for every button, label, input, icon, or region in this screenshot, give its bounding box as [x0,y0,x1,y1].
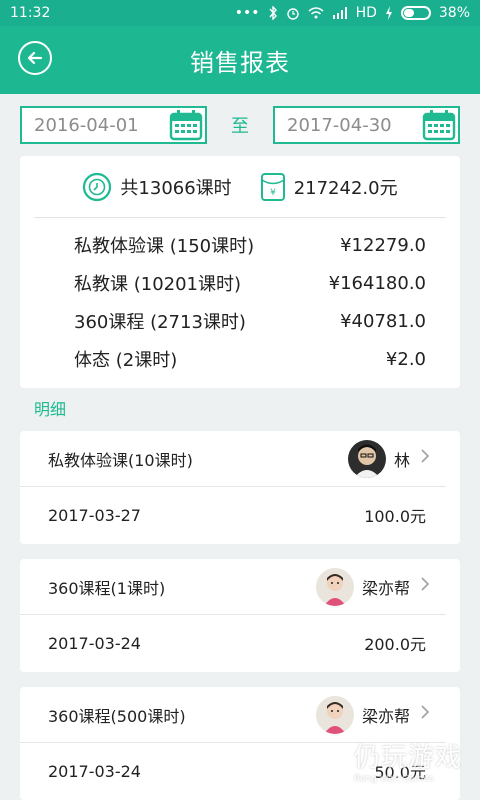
battery-percent: 38% [438,5,470,21]
detail-card-footer: 2017-03-24 200.0元 [20,615,460,671]
detail-trainer: 林 [393,450,410,470]
detail-card[interactable]: 私教体验课(10课时) 林 2017-03-27 100.0元 [20,431,460,544]
arrow-left-icon [27,51,43,65]
more-dots-icon: ••• [234,5,260,21]
detail-course: 360课程(500课时) [48,706,186,726]
status-time: 11:32 [10,5,51,21]
title-bar: 销售报表 [0,26,480,94]
date-separator: 至 [231,116,249,137]
summary-row-amount: ¥2.0 [385,348,426,370]
detail-card-header[interactable]: 360课程(1课时) 梁亦帮 [20,559,446,615]
detail-amount: 200.0元 [364,635,426,654]
summary-row-name: 私教体验课 (150课时) [74,236,255,257]
bluetooth-icon [269,6,277,20]
svg-text:¥: ¥ [270,188,276,198]
summary-totals: 共13066课时 ¥ 217242.0元 [34,156,446,218]
chevron-right-icon [420,448,430,469]
avatar [315,567,354,606]
summary-row-amount: ¥164180.0 [328,272,426,294]
detail-card-header[interactable]: 360课程(500课时) 梁亦帮 [20,687,446,743]
total-amount: 217242.0元 [293,177,398,199]
summary-row-name: 体态 (2课时) [74,350,178,371]
total-hours: 共13066课时 [120,177,232,199]
back-button[interactable] [18,41,52,75]
watermark: 仍玩游戏 Reng Wan Games [308,737,462,784]
total-hours-group: 共13066课时 [82,172,232,202]
watermark-logo [309,743,347,774]
summary-row: 私教体验课 (150课时) ¥12279.0 [74,226,426,264]
summary-row-amount: ¥40781.0 [340,310,426,332]
detail-trainer: 梁亦帮 [361,578,410,598]
battery-level [403,9,414,17]
page-title: 销售报表 [190,48,290,77]
status-bar: 11:32 ••• HD 38% [0,0,480,26]
details-section-label: 明细 [34,400,67,419]
detail-trainer: 梁亦帮 [361,706,410,726]
summary-row: 360课程 (2713课时) ¥40781.0 [74,302,426,340]
end-date-value: 2017-04-30 [287,114,392,136]
detail-date: 2017-03-27 [48,505,141,525]
detail-course: 私教体验课(10课时) [48,450,193,470]
end-date-field[interactable]: 2017-04-30 [273,106,460,144]
clock-icon [82,172,112,202]
avatar [315,695,354,734]
detail-course: 360课程(1课时) [48,578,166,598]
watermark-text: 仍玩游戏 [353,743,462,773]
calendar-icon[interactable] [167,108,205,142]
calendar-icon[interactable] [420,108,458,142]
battery-icon [400,6,431,20]
summary-row-name: 私教课 (10201课时) [74,274,242,295]
detail-card-footer: 2017-03-27 100.0元 [20,487,460,543]
start-date-field[interactable]: 2016-04-01 [20,106,207,144]
start-date-value: 2016-04-01 [34,114,139,136]
detail-date: 2017-03-24 [48,633,141,653]
summary-row-name: 360课程 (2713课时) [74,312,246,333]
status-icons: ••• HD 38% [235,5,470,21]
detail-card-header[interactable]: 私教体验课(10课时) 林 [20,431,446,487]
summary-row-amount: ¥12279.0 [340,234,426,256]
detail-card[interactable]: 360课程(1课时) 梁亦帮 2017-03-24 200.0元 [20,559,460,672]
alarm-icon [286,8,299,20]
chevron-right-icon [420,704,430,725]
watermark-sub: Reng Wan Games [353,774,434,784]
avatar [347,439,386,478]
date-range-bar: 2016-04-01 至 2017-04-30 [20,106,460,144]
wifi-icon [308,7,324,19]
summary-card: 共13066课时 ¥ 217242.0元 私教体验课 (150课时) ¥1227… [20,156,460,388]
network-type: HD [355,5,377,21]
detail-amount: 100.0元 [364,507,426,526]
charging-icon [385,6,392,20]
chevron-right-icon [420,576,430,597]
summary-row: 体态 (2课时) ¥2.0 [74,340,426,378]
total-amount-group: ¥ 217242.0元 [260,172,398,202]
summary-rows: 私教体验课 (150课时) ¥12279.0 私教课 (10201课时) ¥16… [20,218,460,378]
summary-row: 私教课 (10201课时) ¥164180.0 [74,264,426,302]
signal-icon [332,7,347,19]
yuan-envelope-icon: ¥ [260,172,286,202]
